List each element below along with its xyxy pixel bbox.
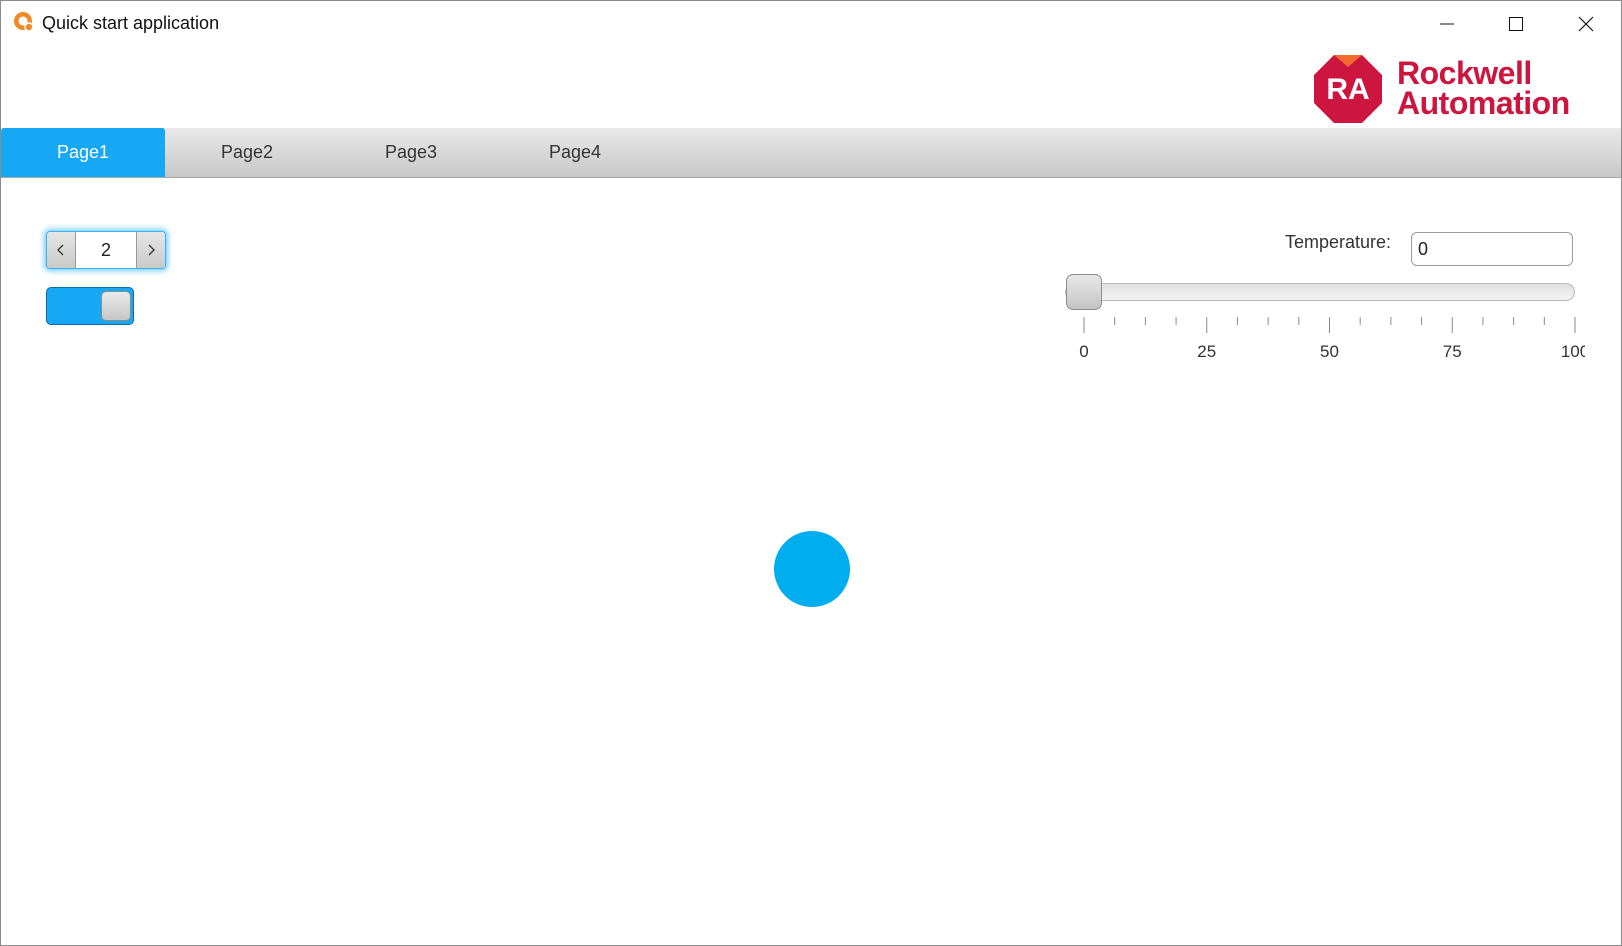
maximize-icon	[1509, 17, 1523, 31]
slider-tick-label: 25	[1197, 342, 1216, 361]
logo-wordmark: Rockwell Automation	[1397, 55, 1570, 121]
minimize-icon	[1440, 23, 1454, 25]
number-spinbox: 2	[46, 231, 166, 269]
app-icon	[14, 12, 34, 32]
logo-line-2: Automation	[1397, 85, 1570, 121]
tab-page1[interactable]: Page1	[1, 128, 165, 177]
logo-line-1: Rockwell	[1397, 55, 1532, 91]
status-indicator-circle	[774, 531, 850, 607]
slider-tick-label: 75	[1443, 342, 1462, 361]
tab-page3[interactable]: Page3	[329, 128, 493, 177]
title-bar[interactable]: Quick start application	[1, 1, 1621, 47]
tab-page4[interactable]: Page4	[493, 128, 657, 177]
slider-tick-label: 100	[1561, 342, 1585, 361]
toggle-switch[interactable]	[46, 287, 134, 325]
temperature-slider-thumb[interactable]	[1066, 274, 1102, 310]
maximize-button[interactable]	[1482, 1, 1550, 47]
spin-increment-button[interactable]	[136, 232, 165, 268]
spin-value[interactable]: 2	[76, 232, 136, 268]
temperature-slider-track[interactable]	[1065, 283, 1575, 301]
temperature-input[interactable]: 0	[1411, 232, 1573, 266]
ra-logo-letters: RA	[1326, 73, 1369, 106]
minimize-button[interactable]	[1413, 1, 1481, 47]
ra-logo-mark: RA	[1314, 55, 1382, 123]
slider-scale: 0 25 50 75 100	[1079, 317, 1585, 361]
tab-page2[interactable]: Page2	[165, 128, 329, 177]
chevron-right-icon	[148, 244, 155, 256]
window-title: Quick start application	[42, 13, 220, 33]
temperature-label: Temperature:	[1285, 232, 1392, 252]
slider-tick-label: 0	[1079, 342, 1088, 361]
close-icon	[1578, 16, 1594, 32]
slider-tick-label: 50	[1320, 342, 1339, 361]
spin-decrement-button[interactable]	[47, 232, 76, 268]
app-window: Quick start application RA Rockwell Auto…	[0, 0, 1622, 946]
toggle-knob[interactable]	[101, 291, 131, 321]
rockwell-automation-logo: RA Rockwell Automation	[1312, 53, 1617, 125]
chevron-left-icon	[57, 244, 64, 256]
tab-bar: Page1 Page2 Page3 Page4	[1, 128, 1621, 178]
close-button[interactable]	[1552, 1, 1620, 47]
